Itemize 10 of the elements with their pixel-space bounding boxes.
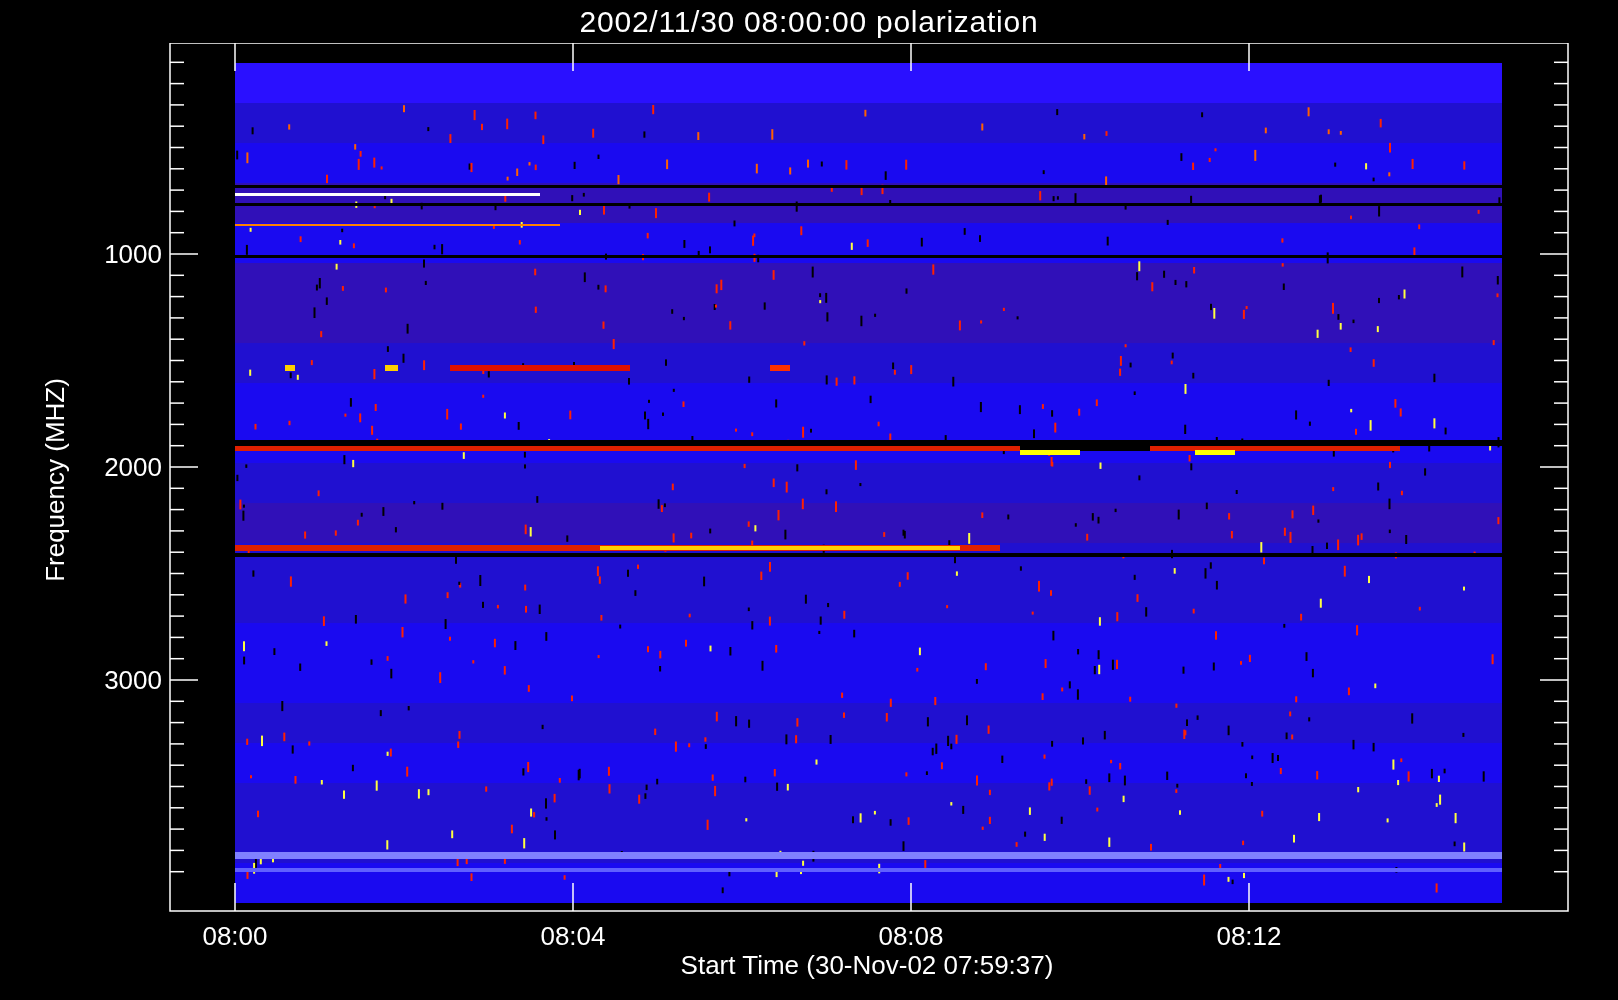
y-tick-label: 3000 (104, 665, 162, 695)
x-tick-label: 08:00 (202, 921, 268, 951)
x-tick-label: 08:12 (1216, 921, 1282, 951)
x-axis-label: Start Time (30-Nov-02 07:59:37) (680, 950, 1054, 980)
y-axis-label: Frequency (MHZ) (40, 378, 70, 582)
y-tick-label: 2000 (104, 452, 162, 482)
y-tick-label: 1000 (104, 239, 162, 269)
x-tick-label: 08:08 (878, 921, 944, 951)
plot-title: 2002/11/30 08:00:00 polarization (579, 4, 1039, 40)
x-tick-label: 08:04 (540, 921, 606, 951)
